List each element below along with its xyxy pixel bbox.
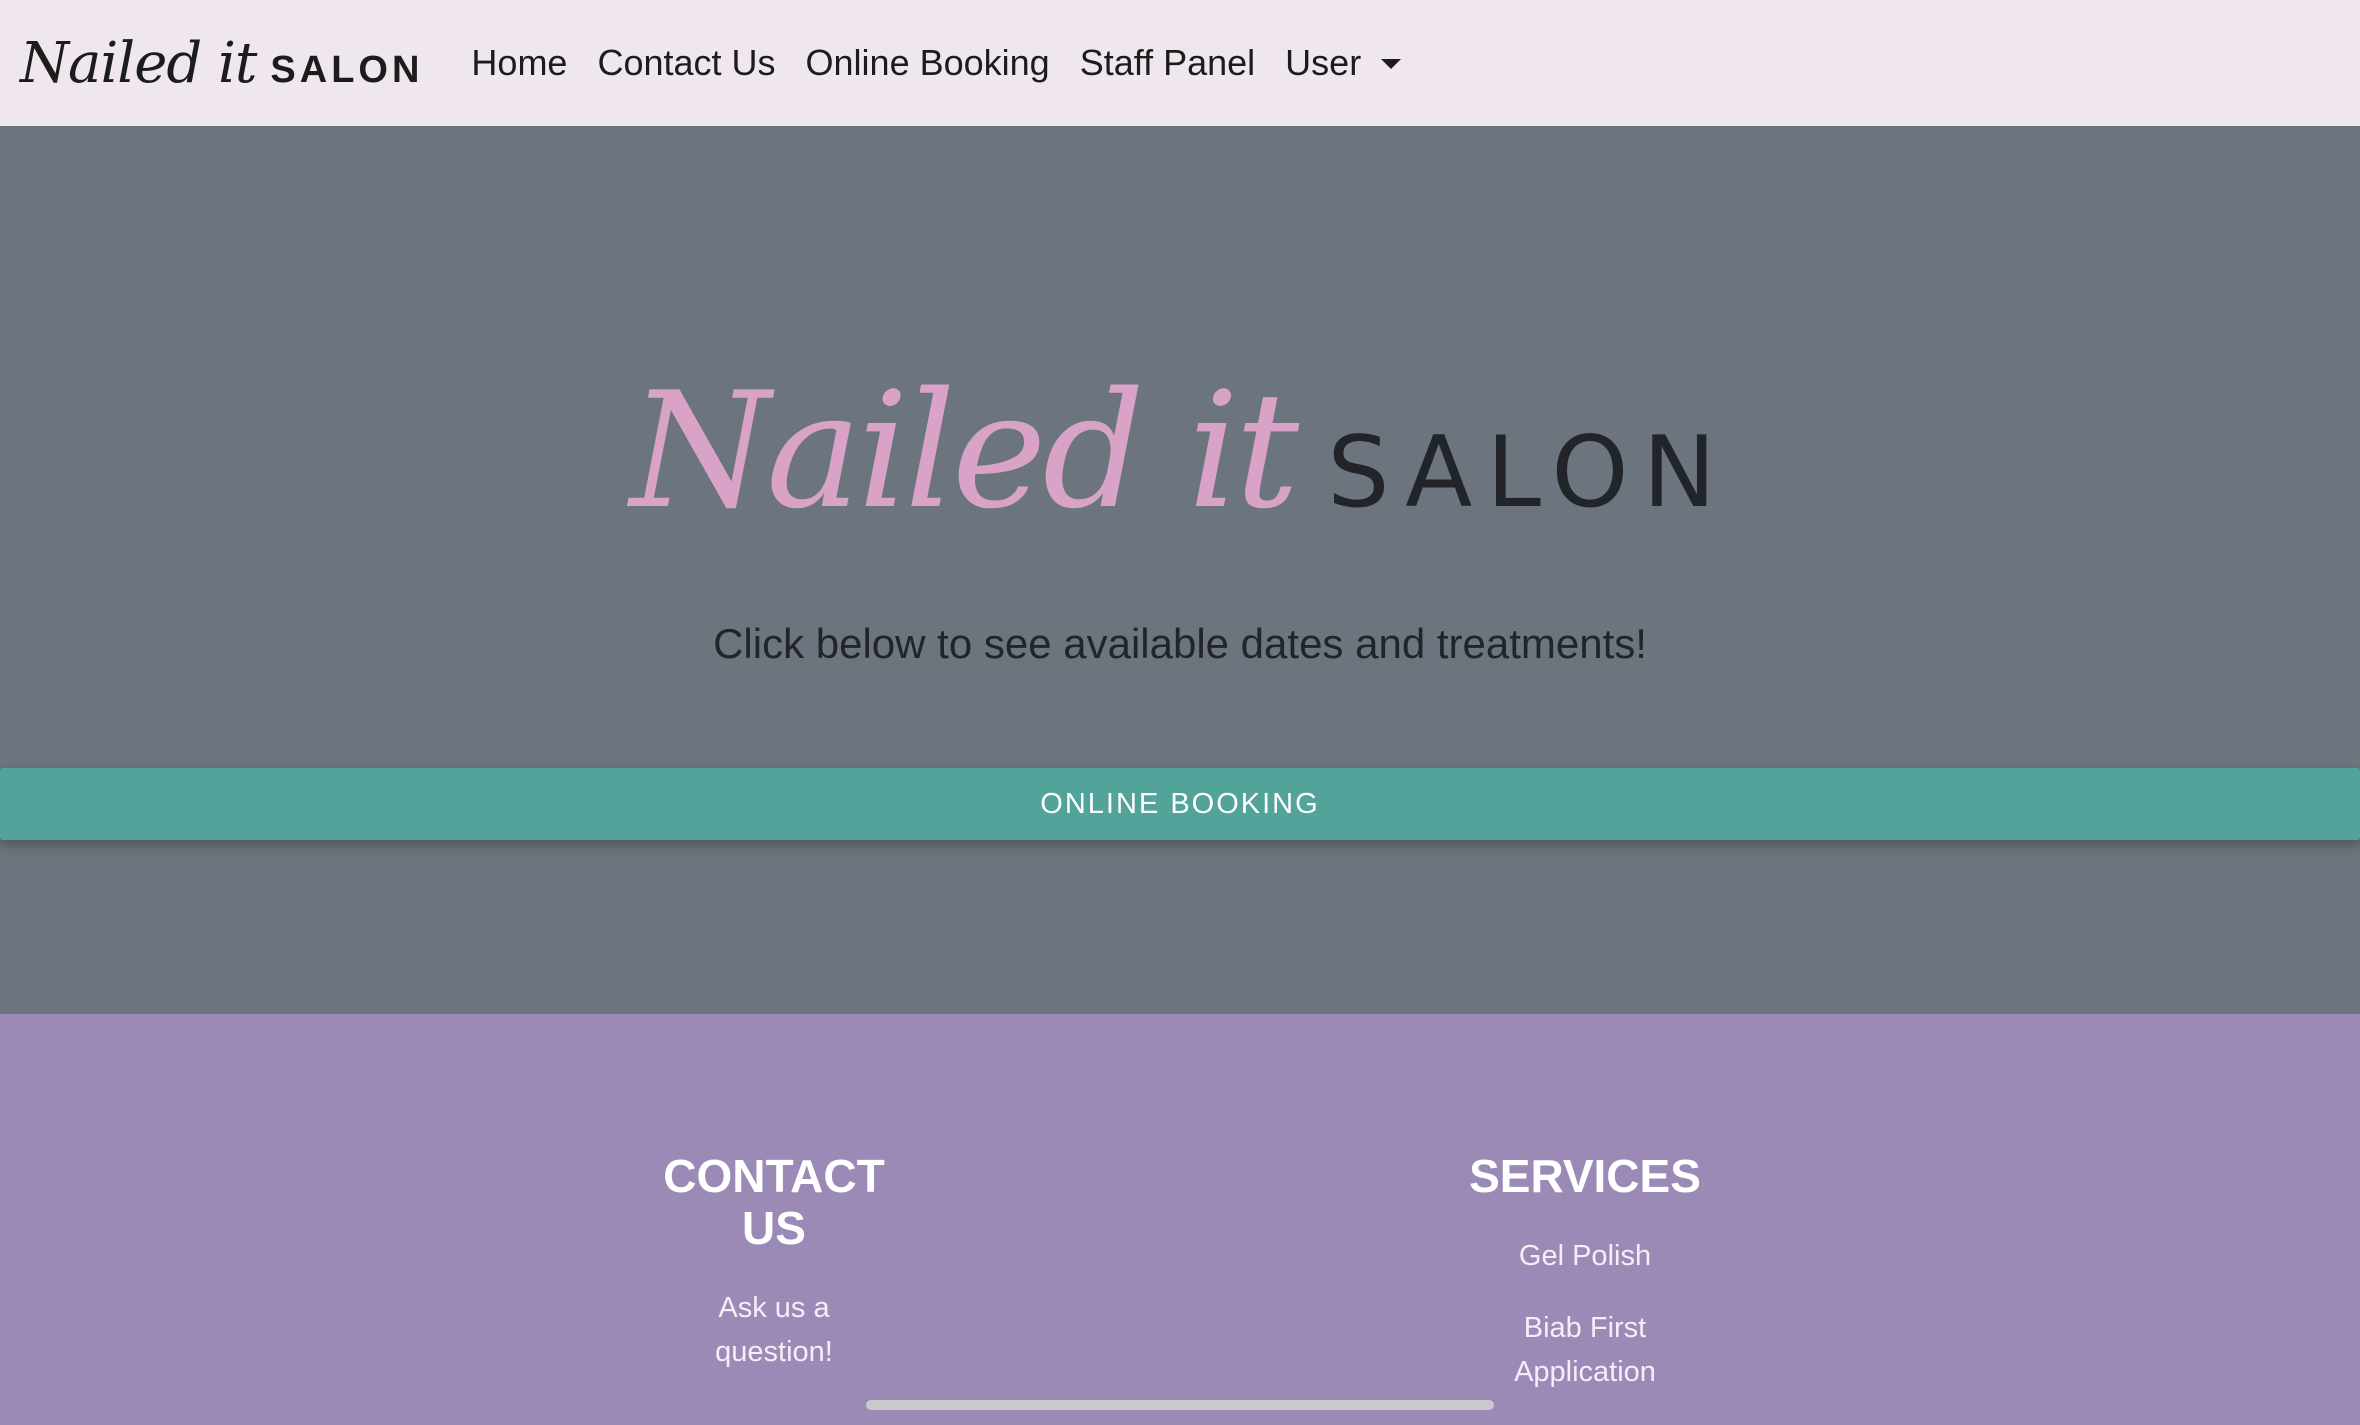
nav-contact-us[interactable]: Contact Us	[597, 42, 775, 84]
hero-logo-salon: SALON	[1327, 416, 1730, 530]
brand-salon-text: SALON	[270, 48, 424, 91]
user-dropdown[interactable]: User	[1285, 42, 1402, 84]
hero-logo-script: Nailed it	[630, 357, 1299, 544]
horizontal-scrollbar[interactable]	[866, 1400, 1494, 1410]
hero-subtitle: Click below to see available dates and t…	[713, 620, 1647, 667]
footer: CONTACT US Ask us a question! SERVICES G…	[0, 1014, 2360, 1425]
nav-home[interactable]: Home	[471, 42, 567, 84]
nav-online-booking[interactable]: Online Booking	[806, 42, 1050, 84]
footer-service-item[interactable]: Biab First Application	[1485, 1306, 1685, 1394]
top-navbar: Nailed it SALON Home Contact Us Online B…	[0, 0, 2360, 126]
brand-script-text: Nailed it	[20, 30, 257, 96]
brand-logo[interactable]: Nailed it SALON	[20, 31, 423, 96]
online-booking-button[interactable]: ONLINE BOOKING	[0, 768, 2360, 840]
caret-down-icon	[1381, 59, 1402, 69]
footer-contact-column: CONTACT US Ask us a question!	[624, 1150, 924, 1402]
user-dropdown-label: User	[1285, 42, 1362, 83]
footer-contact-link[interactable]: Ask us a question!	[694, 1286, 854, 1374]
footer-contact-heading: CONTACT US	[663, 1150, 885, 1254]
footer-services-heading: SERVICES	[1469, 1150, 1701, 1202]
footer-service-item[interactable]: Gel Polish	[1485, 1234, 1685, 1278]
footer-services-column: SERVICES Gel Polish Biab First Applicati…	[1435, 1150, 1735, 1422]
nav-staff-panel[interactable]: Staff Panel	[1080, 42, 1255, 84]
hero-section: Nailed it SALON Click below to see avail…	[0, 126, 2360, 1014]
hero-logo: Nailed it SALON	[0, 371, 2360, 531]
